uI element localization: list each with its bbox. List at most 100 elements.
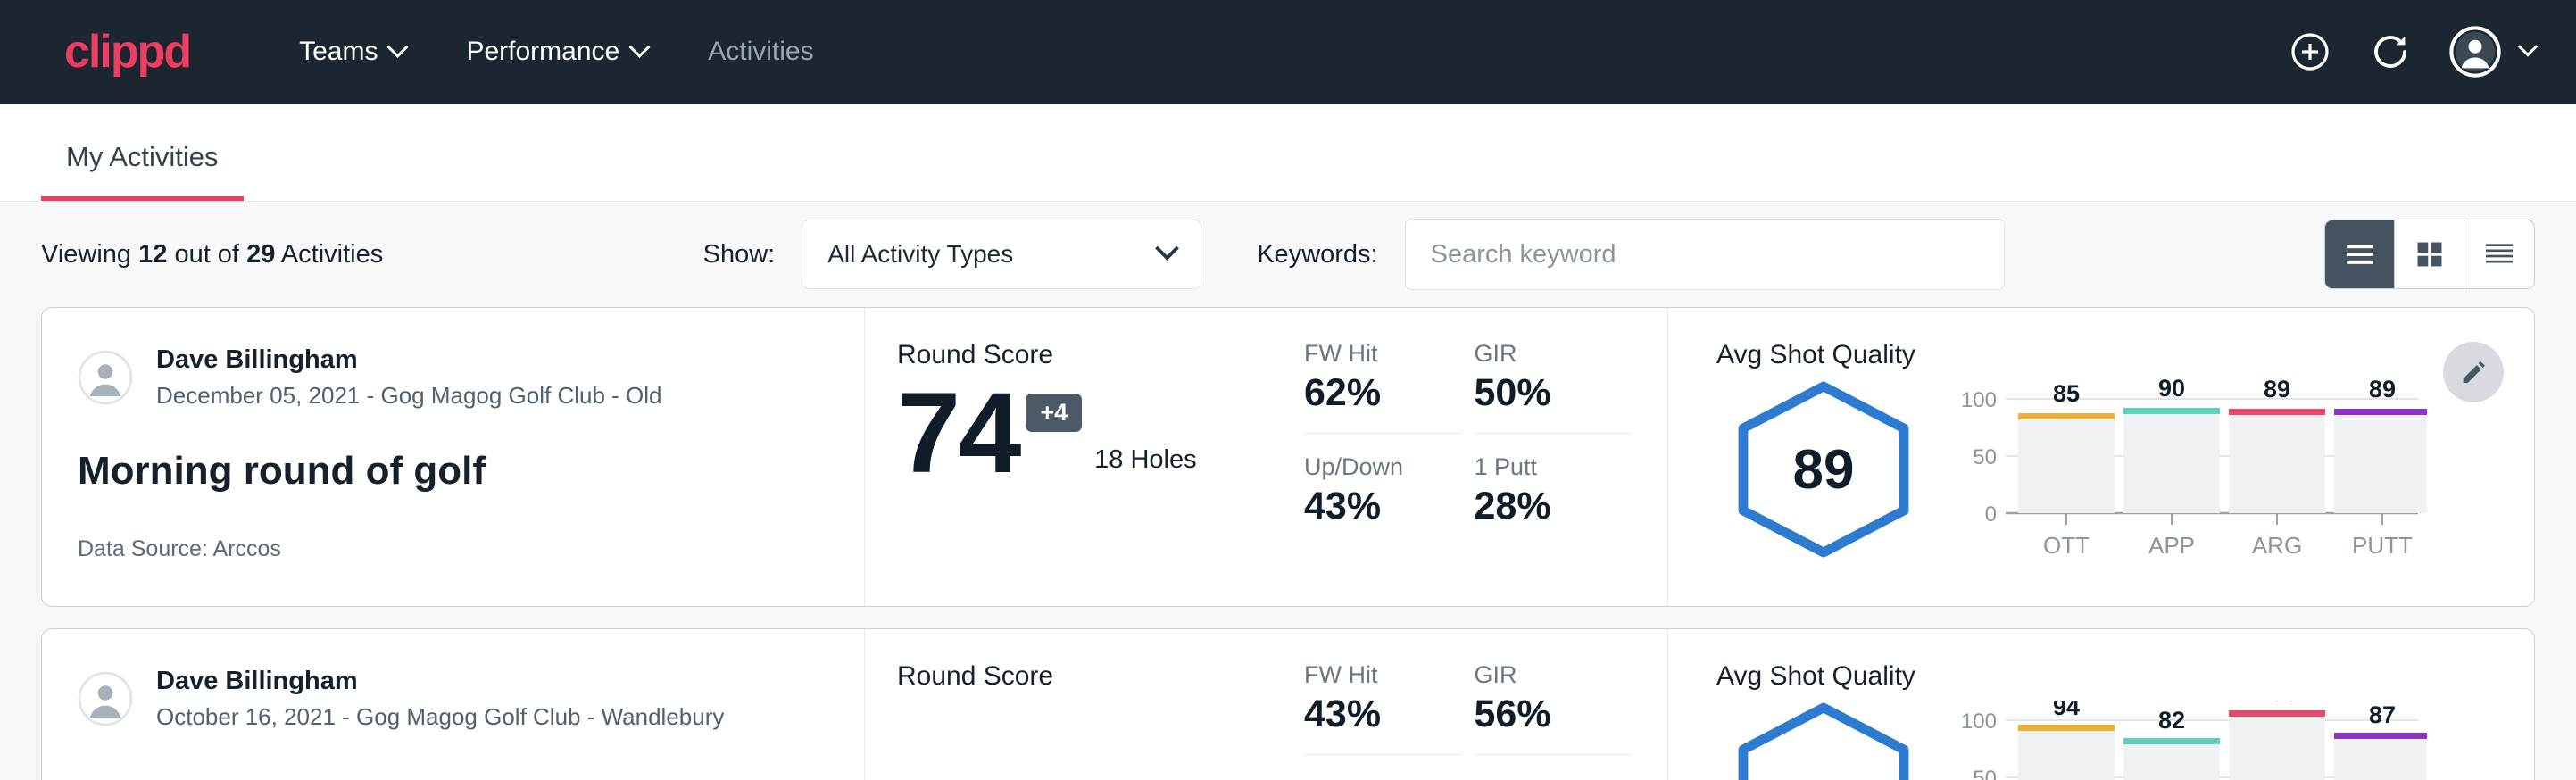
stat-fw-hit-value: 43% bbox=[1304, 693, 1462, 736]
viewing-total: 29 bbox=[246, 240, 275, 269]
grid-view-icon bbox=[2413, 237, 2447, 271]
compact-view-icon bbox=[2481, 236, 2517, 272]
avg-shot-quality-label: Avg Shot Quality bbox=[1716, 340, 2534, 370]
round-score-column: Round Score 74 +4 18 Holes bbox=[865, 308, 1284, 606]
avg-shot-quality-hexagon: 89 bbox=[1716, 374, 1931, 560]
stat-gir-value: 50% bbox=[1475, 371, 1633, 415]
activity-card[interactable]: Dave Billingham December 05, 2021 - Gog … bbox=[41, 307, 2535, 607]
account-menu[interactable] bbox=[2449, 26, 2535, 78]
viewing-count: 12 bbox=[138, 240, 167, 269]
svg-text:50: 50 bbox=[1973, 767, 1997, 780]
pencil-icon bbox=[2459, 358, 2488, 386]
activity-meta: December 05, 2021 - Gog Magog Golf Club … bbox=[156, 382, 662, 410]
svg-text:100: 100 bbox=[1961, 709, 1997, 734]
shot-quality-chart-svg: 100 50 0 94 82 106 bbox=[1954, 701, 2427, 780]
refresh-icon[interactable] bbox=[2369, 30, 2412, 73]
top-navigation-bar: clippd Teams Performance Activities bbox=[0, 0, 2576, 104]
view-mode-list-button[interactable] bbox=[2325, 220, 2395, 288]
chevron-down-icon bbox=[1155, 236, 1179, 260]
avatar bbox=[78, 350, 133, 405]
activity-player: Dave Billingham December 05, 2021 - Gog … bbox=[78, 345, 821, 410]
svg-text:0: 0 bbox=[1985, 502, 1997, 527]
list-view-icon bbox=[2342, 236, 2378, 272]
stat-up-down-label: Up/Down bbox=[1304, 453, 1462, 481]
round-score-badge: +4 bbox=[1026, 394, 1082, 432]
keywords-label: Keywords: bbox=[1257, 240, 1377, 270]
avg-shot-quality-label: Avg Shot Quality bbox=[1716, 661, 2534, 692]
activity-type-select-value: All Activity Types bbox=[827, 240, 1013, 269]
plus-circle-icon[interactable] bbox=[2289, 30, 2331, 73]
stat-gir: GIR 56% bbox=[1475, 661, 1633, 755]
stat-gir: GIR 50% bbox=[1475, 340, 1633, 434]
stat-gir-label: GIR bbox=[1475, 340, 1633, 368]
nav-right-actions bbox=[2289, 26, 2535, 78]
activity-info-column: Dave Billingham October 16, 2021 - Gog M… bbox=[42, 629, 865, 780]
nav-item-performance[interactable]: Performance bbox=[436, 26, 677, 78]
activity-stats-column: FW Hit 62% GIR 50% Up/Down 43% 1 Putt 28… bbox=[1284, 308, 1668, 606]
shot-quality-bar-chart: 100 50 0 94 82 106 bbox=[1954, 695, 2427, 780]
stat-fw-hit-label: FW Hit bbox=[1304, 661, 1462, 689]
activity-player: Dave Billingham October 16, 2021 - Gog M… bbox=[78, 667, 821, 731]
stat-fw-hit-label: FW Hit bbox=[1304, 340, 1462, 368]
viewing-prefix: Viewing bbox=[41, 240, 131, 269]
account-avatar-icon bbox=[2449, 26, 2501, 78]
stat-fw-hit-value: 62% bbox=[1304, 371, 1462, 415]
tab-my-activities-label: My Activities bbox=[66, 141, 219, 172]
filter-controls: Show: All Activity Types Keywords: Searc… bbox=[703, 219, 2005, 290]
svg-text:94: 94 bbox=[2053, 701, 2080, 720]
activity-card[interactable]: Dave Billingham October 16, 2021 - Gog M… bbox=[41, 628, 2535, 780]
chevron-down-icon bbox=[629, 36, 651, 57]
stat-up-down: Up/Down 43% bbox=[1304, 453, 1462, 546]
avatar bbox=[78, 671, 133, 726]
search-input-placeholder: Search keyword bbox=[1431, 240, 1616, 270]
avg-shot-quality-value: 89 bbox=[1793, 438, 1855, 502]
app-logo[interactable]: clippd bbox=[64, 29, 190, 75]
search-input[interactable]: Search keyword bbox=[1405, 219, 2005, 290]
filter-toolbar: Viewing 12 out of 29 Activities Show: Al… bbox=[0, 202, 2576, 307]
svg-text:87: 87 bbox=[2369, 701, 2396, 728]
svg-text:89: 89 bbox=[2264, 379, 2290, 402]
stat-up-down-value: 43% bbox=[1304, 485, 1462, 528]
round-score-value: 74 bbox=[897, 376, 1018, 493]
stat-one-putt: 1 Putt 28% bbox=[1475, 453, 1633, 546]
svg-text:89: 89 bbox=[2369, 379, 2396, 402]
avg-shot-quality-hexagon bbox=[1716, 695, 1931, 780]
svg-text:OTT: OTT bbox=[2043, 532, 2090, 559]
round-holes-label: 18 Holes bbox=[1094, 445, 1196, 475]
show-label: Show: bbox=[703, 240, 776, 270]
view-mode-toggle-group bbox=[2324, 220, 2535, 289]
nav-item-activities[interactable]: Activities bbox=[677, 26, 843, 78]
avg-shot-quality-column: Avg Shot Quality 89 bbox=[1668, 308, 2534, 606]
svg-text:50: 50 bbox=[1973, 445, 1997, 469]
stat-fw-hit: FW Hit 62% bbox=[1304, 340, 1462, 434]
tab-my-activities[interactable]: My Activities bbox=[41, 141, 244, 201]
activity-card-list: Dave Billingham December 05, 2021 - Gog … bbox=[0, 307, 2576, 780]
activity-title: Morning round of golf bbox=[78, 449, 821, 494]
svg-text:100: 100 bbox=[1961, 388, 1997, 412]
nav-item-performance-label: Performance bbox=[466, 37, 619, 67]
edit-activity-button[interactable] bbox=[2443, 342, 2504, 402]
svg-text:106: 106 bbox=[2256, 701, 2297, 706]
stat-fw-hit: FW Hit 43% bbox=[1304, 661, 1462, 755]
stat-gir-label: GIR bbox=[1475, 661, 1633, 689]
chevron-down-icon bbox=[2518, 37, 2539, 57]
chevron-down-icon bbox=[387, 36, 409, 57]
activity-data-source: Data Source: Arccos bbox=[78, 536, 821, 562]
shot-quality-bar-chart: 100 50 0 85 90 bbox=[1954, 374, 2427, 576]
activity-type-select[interactable]: All Activity Types bbox=[802, 220, 1201, 289]
stat-gir-value: 56% bbox=[1475, 693, 1633, 736]
viewing-suffix: Activities bbox=[281, 240, 383, 269]
nav-item-teams[interactable]: Teams bbox=[269, 26, 436, 78]
activity-player-name: Dave Billingham bbox=[156, 345, 662, 375]
hexagon-icon bbox=[1729, 701, 1918, 780]
svg-text:PUTT: PUTT bbox=[2352, 532, 2413, 559]
viewing-count-text: Viewing 12 out of 29 Activities bbox=[41, 240, 383, 270]
shot-quality-chart-svg: 100 50 0 85 90 bbox=[1954, 379, 2427, 571]
activity-meta: October 16, 2021 - Gog Magog Golf Club -… bbox=[156, 703, 724, 731]
round-score-column: Round Score bbox=[865, 629, 1284, 780]
stat-one-putt-value: 28% bbox=[1475, 485, 1633, 528]
view-mode-compact-button[interactable] bbox=[2464, 220, 2534, 288]
activity-player-name: Dave Billingham bbox=[156, 667, 724, 696]
viewing-middle: out of bbox=[174, 240, 239, 269]
view-mode-grid-button[interactable] bbox=[2395, 220, 2464, 288]
